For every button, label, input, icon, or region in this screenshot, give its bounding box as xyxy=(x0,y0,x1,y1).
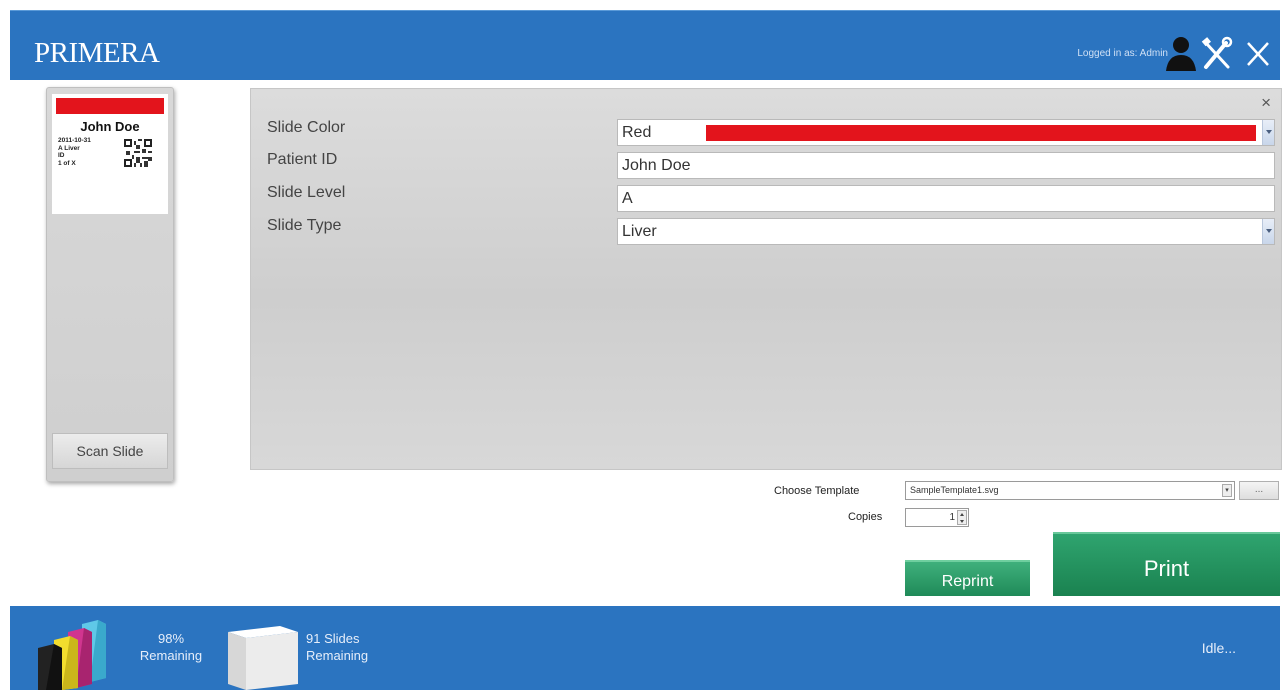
patient-id-field[interactable]: John Doe xyxy=(617,152,1275,179)
slide-patient-name: John Doe xyxy=(80,119,140,134)
slide-level-label: Slide Level xyxy=(267,184,346,201)
slide-type-value: Liver xyxy=(622,223,657,240)
printer-status: Idle... xyxy=(1201,640,1236,656)
ink-remaining-text: 98% Remaining xyxy=(126,630,216,664)
slide-color-value: Red xyxy=(622,124,652,141)
close-icon[interactable] xyxy=(1240,33,1274,73)
app-window: PRIMERA Logged in as: Admin John Doe 201… xyxy=(0,0,1286,690)
slide-info-line: A Liver xyxy=(58,144,80,152)
primera-logo: PRIMERA xyxy=(34,37,160,69)
browse-template-button[interactable]: ... xyxy=(1239,481,1279,500)
slide-color-dropdown[interactable]: Red xyxy=(617,119,1275,146)
patient-id-label: Patient ID xyxy=(267,151,338,168)
slide-info-line: 2011-10-31 xyxy=(58,137,91,144)
user-icon[interactable] xyxy=(1164,33,1198,73)
slide-preview-panel: John Doe 2011-10-31 A Liver ID 1 of X Sc… xyxy=(46,87,174,482)
panel-close-icon[interactable]: × xyxy=(1261,93,1271,113)
slide-level-field[interactable]: A xyxy=(617,185,1275,212)
print-button[interactable]: Print xyxy=(1053,532,1280,596)
logged-in-text: Logged in as: Admin xyxy=(1077,48,1168,59)
slides-count: 91 Slides xyxy=(306,631,360,646)
slide-label-preview: John Doe 2011-10-31 A Liver ID 1 of X xyxy=(52,94,168,214)
copies-value: 1 xyxy=(949,512,955,523)
header-bar: PRIMERA Logged in as: Admin xyxy=(10,10,1280,80)
template-select[interactable]: SampleTemplate1.svg ▾ xyxy=(905,481,1235,500)
slide-type-label: Slide Type xyxy=(267,217,342,234)
chevron-down-icon[interactable]: ▾ xyxy=(1222,484,1232,497)
choose-template-label: Choose Template xyxy=(774,485,860,497)
status-footer: 98% Remaining 91 Slides Remaining Idle..… xyxy=(10,606,1280,690)
slide-info-line: 1 of X xyxy=(58,159,76,167)
chevron-down-icon[interactable] xyxy=(1262,219,1274,244)
slides-remaining-label: Remaining xyxy=(306,648,369,663)
slide-color-label: Slide Color xyxy=(267,119,346,136)
ink-remaining-label: Remaining xyxy=(139,648,203,663)
spinner-arrows-icon[interactable] xyxy=(957,510,967,525)
reprint-button[interactable]: Reprint xyxy=(905,560,1030,596)
slides-remaining-text: 91 Slides Remaining xyxy=(306,630,368,664)
ink-percent: 98% xyxy=(157,631,185,646)
template-select-value: SampleTemplate1.svg xyxy=(910,485,999,495)
slide-info-line: ID xyxy=(58,152,65,159)
scan-slide-button[interactable]: Scan Slide xyxy=(52,433,168,469)
slide-color-bar xyxy=(56,98,164,114)
slide-type-dropdown[interactable]: Liver xyxy=(617,218,1275,245)
copies-stepper[interactable]: 1 xyxy=(905,508,969,527)
slide-stack-icon xyxy=(228,626,298,690)
ink-cartridge-icon xyxy=(38,620,106,690)
copies-label: Copies xyxy=(848,511,883,523)
slide-info: 2011-10-31 A Liver ID 1 of X xyxy=(58,137,91,167)
qr-code-icon xyxy=(124,139,152,167)
slide-color-swatch xyxy=(706,125,1256,141)
chevron-down-icon[interactable] xyxy=(1262,120,1274,145)
slide-fields-panel: × Slide Color Red Patient ID John Doe Sl… xyxy=(250,88,1282,470)
tools-icon[interactable] xyxy=(1200,33,1234,73)
